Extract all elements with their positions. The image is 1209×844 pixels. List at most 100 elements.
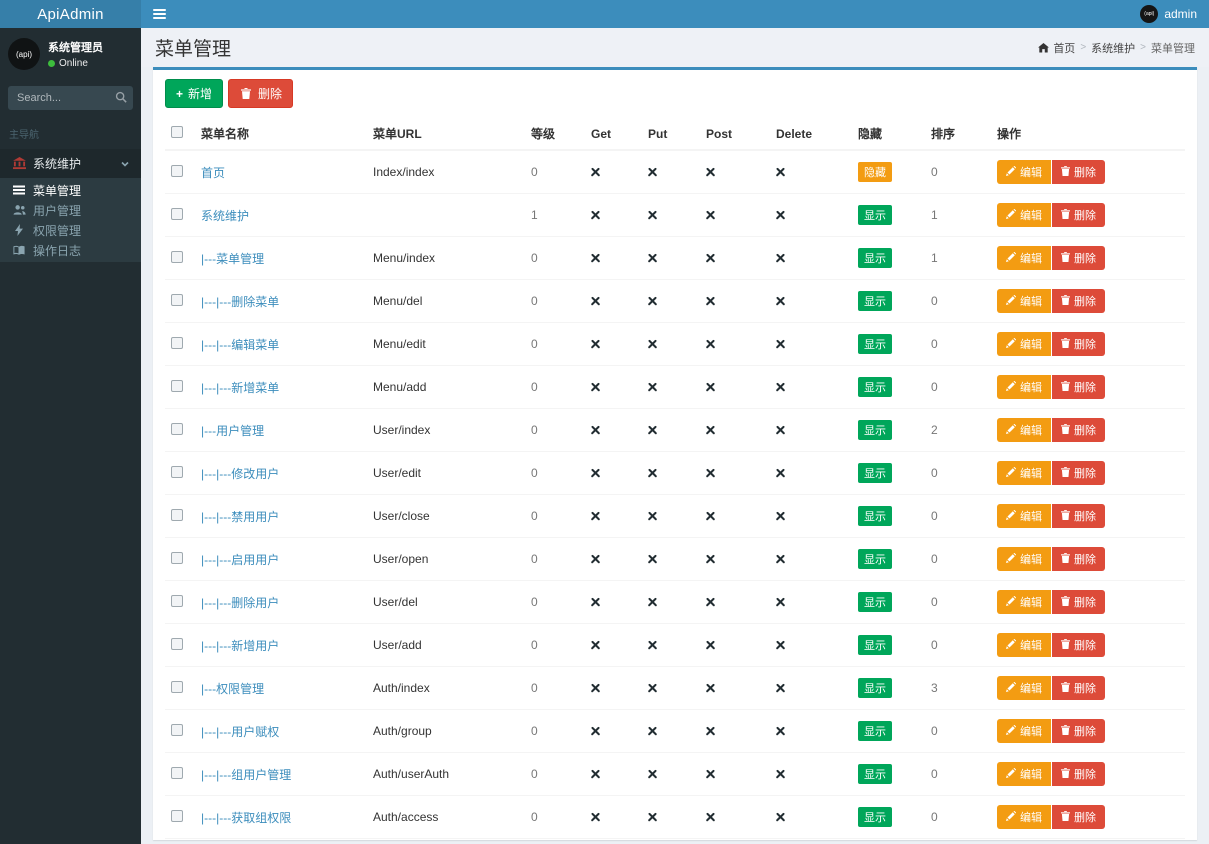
delete-button[interactable]: 删除 [1052,633,1105,657]
delete-button[interactable]: 删除 [1052,547,1105,571]
sidebar-toggle-button[interactable] [141,0,177,28]
sidebar-item-menu-management[interactable]: 菜单管理 [0,180,141,200]
row-checkbox[interactable] [171,552,183,564]
edit-button[interactable]: 编辑 [997,805,1051,829]
menu-name-link[interactable]: |---|---新增用户 [201,639,279,653]
breadcrumb-home-label: 首页 [1053,40,1075,56]
select-all-checkbox[interactable] [171,126,183,138]
delete-button[interactable]: 删除 [1052,590,1105,614]
row-checkbox[interactable] [171,509,183,521]
edit-button[interactable]: 编辑 [997,418,1051,442]
post-cell [700,150,770,194]
edit-button[interactable]: 编辑 [997,762,1051,786]
level-cell: 0 [525,753,585,796]
search-submit-button[interactable] [113,90,129,106]
table-row: |---|---删除用户User/del0显示0编辑删除 [165,581,1185,624]
cross-icon [591,726,600,735]
row-checkbox[interactable] [171,165,183,177]
online-status[interactable]: Online [48,58,103,69]
delete-cell [770,796,852,839]
edit-button[interactable]: 编辑 [997,633,1051,657]
delete-button[interactable]: 删除 [1052,203,1105,227]
cross-icon [776,167,785,176]
menu-name-link[interactable]: |---|---修改用户 [201,467,279,481]
edit-button[interactable]: 编辑 [997,547,1051,571]
edit-button[interactable]: 编辑 [997,719,1051,743]
edit-button[interactable]: 编辑 [997,461,1051,485]
row-checkbox[interactable] [171,294,183,306]
edit-button[interactable]: 编辑 [997,289,1051,313]
cross-icon [648,425,657,434]
row-checkbox[interactable] [171,423,183,435]
delete-button[interactable]: 删除 [1052,805,1105,829]
delete-button[interactable]: 删除 [1052,160,1105,184]
cross-icon [706,597,715,606]
edit-button[interactable]: 编辑 [997,504,1051,528]
delete-button[interactable]: 删除 [1052,719,1105,743]
row-checkbox[interactable] [171,767,183,779]
navbar-user-menu[interactable]: (api) admin [1140,5,1209,23]
app-logo[interactable]: ApiAdmin [0,0,141,28]
hidden-cell: 显示 [852,624,925,667]
sidebar-item-system-maintenance[interactable]: 系统维护 [0,149,141,178]
row-checkbox[interactable] [171,466,183,478]
delete-button[interactable]: 删除 [1052,461,1105,485]
menu-name-link[interactable]: 系统维护 [201,209,249,223]
delete-button[interactable]: 删除 [1052,762,1105,786]
breadcrumb-section[interactable]: 系统维护 [1091,40,1135,56]
edit-button[interactable]: 编辑 [997,590,1051,614]
show-badge: 显示 [858,635,892,655]
delete-button[interactable]: 删除 [1052,375,1105,399]
edit-button[interactable]: 编辑 [997,375,1051,399]
menu-name-link[interactable]: |---|---获取组权限 [201,811,291,825]
bulk-delete-button[interactable]: 删除 [228,79,293,108]
add-button[interactable]: + 新增 [165,79,223,108]
edit-button[interactable]: 编辑 [997,246,1051,270]
put-cell [642,366,700,409]
row-checkbox[interactable] [171,595,183,607]
cross-icon [648,339,657,348]
delete-button[interactable]: 删除 [1052,289,1105,313]
breadcrumb-home[interactable]: 首页 [1036,40,1075,56]
row-checkbox[interactable] [171,638,183,650]
delete-cell [770,710,852,753]
sort-cell: 0 [925,839,991,841]
sidebar-item-auth-management[interactable]: 权限管理 [0,220,141,240]
delete-button[interactable]: 删除 [1052,418,1105,442]
sidebar-item-user-management[interactable]: 用户管理 [0,200,141,220]
delete-button[interactable]: 删除 [1052,504,1105,528]
menu-name-link[interactable]: 首页 [201,166,225,180]
row-checkbox[interactable] [171,337,183,349]
menu-name-link[interactable]: |---|---编辑菜单 [201,338,279,352]
edit-button[interactable]: 编辑 [997,203,1051,227]
row-checkbox[interactable] [171,681,183,693]
sort-cell: 0 [925,495,991,538]
row-checkbox[interactable] [171,251,183,263]
row-checkbox[interactable] [171,208,183,220]
menu-name-link[interactable]: |---|---删除用户 [201,596,279,610]
edit-button[interactable]: 编辑 [997,676,1051,700]
delete-button[interactable]: 删除 [1052,332,1105,356]
sidebar-item-operation-log[interactable]: 操作日志 [0,240,141,260]
cross-icon [648,511,657,520]
row-checkbox[interactable] [171,724,183,736]
menu-name-link[interactable]: |---|---禁用用户 [201,510,279,524]
edit-button[interactable]: 编辑 [997,332,1051,356]
cross-icon [776,511,785,520]
menu-url-cell: User/open [367,538,525,581]
menu-name-link[interactable]: |---用户管理 [201,424,264,438]
delete-button[interactable]: 删除 [1052,676,1105,700]
menu-name-link[interactable]: |---|---删除菜单 [201,295,279,309]
put-cell [642,237,700,280]
menu-name-link[interactable]: |---|---新增菜单 [201,381,279,395]
row-checkbox[interactable] [171,380,183,392]
menu-name-link[interactable]: |---|---启用用户 [201,553,279,567]
delete-button[interactable]: 删除 [1052,246,1105,270]
menu-name-link[interactable]: |---菜单管理 [201,252,264,266]
edit-button[interactable]: 编辑 [997,160,1051,184]
menu-url-cell [367,194,525,237]
menu-name-link[interactable]: |---权限管理 [201,682,264,696]
menu-name-link[interactable]: |---|---组用户管理 [201,768,291,782]
menu-name-link[interactable]: |---|---用户赋权 [201,725,279,739]
row-checkbox[interactable] [171,810,183,822]
